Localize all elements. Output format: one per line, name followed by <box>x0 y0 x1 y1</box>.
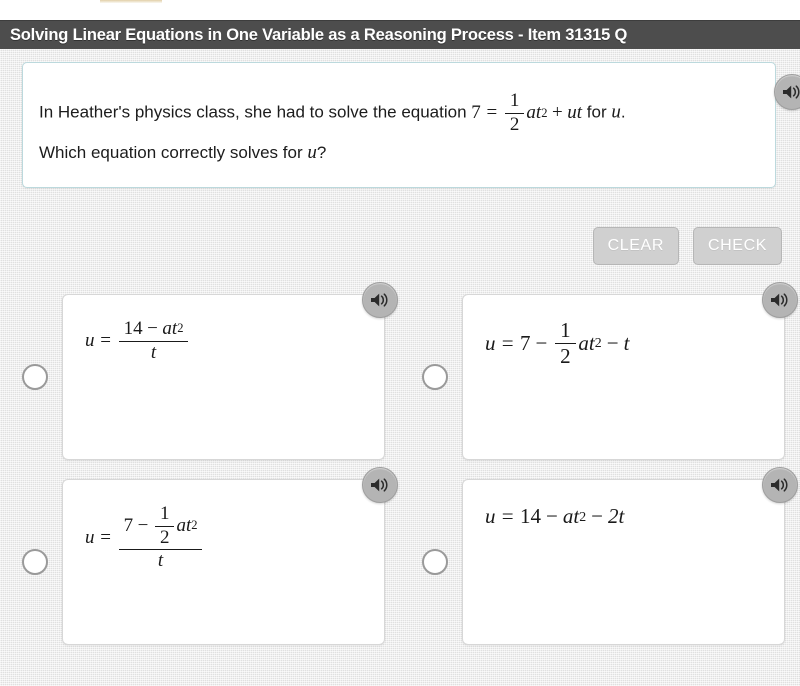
option-b-operator-1: − <box>535 330 548 355</box>
speaker-icon <box>370 292 390 308</box>
eq-lhs: 7 <box>471 102 481 124</box>
option-b-term-1: 7 <box>519 330 531 355</box>
option-a-speaker-button[interactable] <box>362 282 398 318</box>
eq-plus-operator: + <box>552 102 563 124</box>
option-b-term-3: t <box>623 330 630 355</box>
answer-options: u = 14 − at 2 t u = 7 − 1 2 at 2 − t u =… <box>0 282 800 664</box>
option-b-frac-numerator: 1 <box>554 319 576 344</box>
option-a-fraction: 14 − at 2 t <box>118 318 189 363</box>
question-period: . <box>620 102 626 122</box>
option-c-num-term-2: at <box>176 514 192 536</box>
options-row-top: u = 14 − at 2 t u = 7 − 1 2 at 2 − t <box>0 282 800 460</box>
option-d-equals: = <box>501 504 514 528</box>
option-b-speaker-button[interactable] <box>762 282 798 318</box>
clear-button[interactable]: CLEAR <box>592 227 679 265</box>
question-line-2: Which equation correctly solves for u? <box>39 142 326 164</box>
option-b-math: u = 7 − 1 2 at 2 − t <box>485 319 629 367</box>
action-button-group: CLEAR CHECK <box>592 227 782 265</box>
option-b-radio[interactable] <box>422 364 448 390</box>
check-button[interactable]: CHECK <box>692 227 782 265</box>
question-variable-u: u <box>611 101 621 123</box>
option-b-lhs: u <box>485 330 496 355</box>
option-b-fraction: 1 2 <box>554 319 576 368</box>
option-c-inner-denominator: 2 <box>159 526 170 548</box>
question-equation: 7 = 1 2 at 2 + ut <box>471 90 583 135</box>
option-d-term-1: 14 <box>519 504 541 528</box>
option-b-term-2: at <box>578 330 595 355</box>
content-area: In Heather's physics class, she had to s… <box>0 49 800 686</box>
fraction-numerator: 1 <box>505 90 525 114</box>
option-b-card[interactable]: u = 7 − 1 2 at 2 − t <box>462 282 798 460</box>
question2-text-after: ? <box>316 143 327 162</box>
option-a-num-operator: − <box>147 318 158 339</box>
option-c-card[interactable]: u = 7 − 1 2 at 2 t <box>62 467 398 645</box>
option-c-denominator: t <box>157 550 164 572</box>
option-d-lhs: u <box>485 504 496 528</box>
option-a-card[interactable]: u = 14 − at 2 t <box>62 282 398 460</box>
option-c-inner-fraction: 1 2 <box>155 503 175 548</box>
option-b-frac-denominator: 2 <box>560 343 571 368</box>
option-d-operator-2: − <box>591 504 603 528</box>
option-c-inner-numerator: 1 <box>155 503 175 527</box>
option-c-equals: = <box>100 526 111 548</box>
question-text-after: for <box>586 102 607 122</box>
option-c-numerator: 7 − 1 2 at 2 <box>118 503 203 551</box>
option-cell-d: u = 14 − at 2 − 2t <box>400 467 800 645</box>
eq-relation: = <box>486 102 498 124</box>
question-line-1: In Heather's physics class, she had to s… <box>39 90 626 135</box>
option-a-equals: = <box>100 330 111 352</box>
options-row-bottom: u = 7 − 1 2 at 2 t u = 14 − at 2 − 2t <box>0 467 800 645</box>
option-c-radio[interactable] <box>22 549 48 575</box>
option-d-term-3: 2t <box>608 504 625 528</box>
option-d-math: u = 14 − at 2 − 2t <box>485 504 624 529</box>
option-c-outer-fraction: 7 − 1 2 at 2 t <box>118 503 203 572</box>
question-text-before: In Heather's physics class, she had to s… <box>39 102 467 122</box>
option-d-radio[interactable] <box>422 549 448 575</box>
option-a-math: u = 14 − at 2 t <box>85 318 190 363</box>
option-b-equals: = <box>501 330 514 355</box>
speaker-icon <box>370 477 390 493</box>
fraction-denominator: 2 <box>509 113 520 135</box>
eq-one-half: 1 2 <box>505 90 525 135</box>
option-a-num-number: 14 <box>123 318 143 339</box>
option-cell-b: u = 7 − 1 2 at 2 − t <box>400 282 800 460</box>
option-d-term-2: at <box>562 504 580 528</box>
option-d-card[interactable]: u = 14 − at 2 − 2t <box>462 467 798 645</box>
title-bar: Solving Linear Equations in One Variable… <box>0 20 800 50</box>
item-page: Solving Linear Equations in One Variable… <box>0 0 800 686</box>
speaker-icon <box>782 84 800 100</box>
speaker-icon <box>770 477 790 493</box>
question2-variable-u: u <box>307 142 317 163</box>
question-speaker-button[interactable] <box>774 74 800 110</box>
question2-text-before: Which equation correctly solves for <box>39 143 303 162</box>
page-title: Solving Linear Equations in One Variable… <box>10 26 628 44</box>
option-c-lhs: u <box>85 526 95 548</box>
option-c-num-exponent: 2 <box>191 518 198 533</box>
top-chrome-strip <box>0 0 800 20</box>
option-a-numerator: 14 − at 2 <box>118 318 189 342</box>
option-a-radio[interactable] <box>22 364 48 390</box>
option-a-lhs: u <box>85 330 95 352</box>
eq-term-ut: ut <box>567 102 583 124</box>
option-d-speaker-button[interactable] <box>762 467 798 503</box>
eq-term-at: at <box>526 102 542 124</box>
option-cell-c: u = 7 − 1 2 at 2 t <box>0 467 400 645</box>
option-b-operator-2: − <box>606 330 619 355</box>
speaker-icon <box>770 292 790 308</box>
option-c-num-term-1: 7 <box>123 514 134 536</box>
question-stem-box: In Heather's physics class, she had to s… <box>22 62 800 188</box>
option-c-math: u = 7 − 1 2 at 2 t <box>85 503 205 572</box>
option-b-exponent: 2 <box>594 335 602 351</box>
option-d-operator-1: − <box>545 504 558 528</box>
option-cell-a: u = 14 − at 2 t <box>0 282 400 460</box>
option-a-num-variable: at <box>162 318 178 339</box>
option-c-speaker-button[interactable] <box>362 467 398 503</box>
option-a-denominator: t <box>150 341 157 363</box>
option-a-num-exponent: 2 <box>177 321 184 336</box>
option-d-exponent: 2 <box>579 508 587 524</box>
option-c-num-operator: − <box>137 514 149 536</box>
cut-off-logo-sliver <box>100 0 162 3</box>
